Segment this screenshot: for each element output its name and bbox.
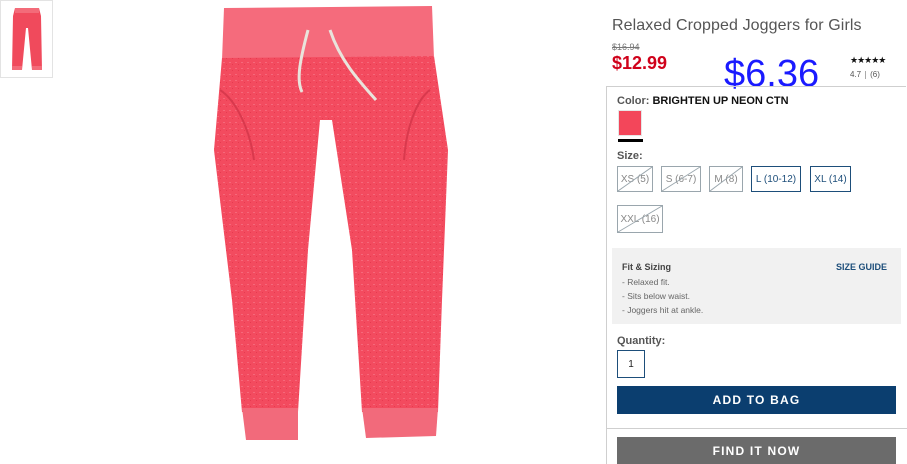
original-price: $16.94 — [612, 42, 640, 52]
size-option-xs[interactable]: XS (5) — [617, 166, 653, 192]
size-option-label: XL (14) — [814, 173, 847, 185]
color-value: BRIGHTEN UP NEON CTN — [652, 95, 789, 107]
size-option-m[interactable]: M (8) — [709, 166, 743, 192]
quantity-field[interactable]: 1 — [617, 350, 645, 378]
size-option-s[interactable]: S (6-7) — [661, 166, 701, 192]
size-label: Size: — [617, 150, 643, 162]
fit-detail-item: - Relaxed fit. — [622, 277, 670, 287]
review-count[interactable]: (6) — [870, 70, 880, 79]
product-main-image — [180, 0, 480, 464]
fit-detail-item: - Sits below waist. — [622, 291, 691, 301]
size-option-xxl[interactable]: XXL (16) — [617, 205, 663, 233]
rating-score: 4.7 — [850, 70, 862, 79]
find-it-now-button[interactable]: FIND IT NOW — [617, 437, 896, 464]
size-option-xl[interactable]: XL (14) — [810, 166, 851, 192]
fit-details-list: - Relaxed fit. - Sits below waist. - Jog… — [622, 275, 703, 317]
star-rating-icon: ★★★★★ — [850, 55, 886, 65]
sale-price: $12.99 — [612, 53, 668, 73]
quantity-label: Quantity: — [617, 335, 666, 347]
size-option-label: L (10-12) — [755, 173, 797, 185]
fit-detail-item: - Joggers hit at ankle. — [622, 305, 704, 315]
size-guide-link[interactable]: SIZE GUIDE — [836, 262, 887, 272]
product-title: Relaxed Cropped Joggers for Girls — [612, 17, 862, 34]
selected-swatch-indicator — [618, 139, 643, 142]
size-option-l[interactable]: L (10-12) — [751, 166, 801, 192]
color-label: Color: BRIGHTEN UP NEON CTN — [617, 95, 789, 107]
divider — [606, 428, 907, 429]
add-to-bag-button[interactable]: ADD TO BAG — [617, 386, 896, 414]
rating-meta: 4.7 (6) — [850, 70, 885, 79]
joggers-thumbnail-image — [12, 8, 42, 70]
product-thumbnail[interactable] — [0, 0, 53, 78]
product-rating[interactable]: ★★★★★ 4.7 (6) — [850, 55, 886, 79]
color-label-text: Color: — [617, 95, 650, 107]
color-swatch[interactable] — [618, 110, 642, 136]
fit-sizing-title: Fit & Sizing — [622, 262, 671, 272]
fit-sizing-box: Fit & Sizing SIZE GUIDE - Relaxed fit. -… — [612, 248, 901, 324]
